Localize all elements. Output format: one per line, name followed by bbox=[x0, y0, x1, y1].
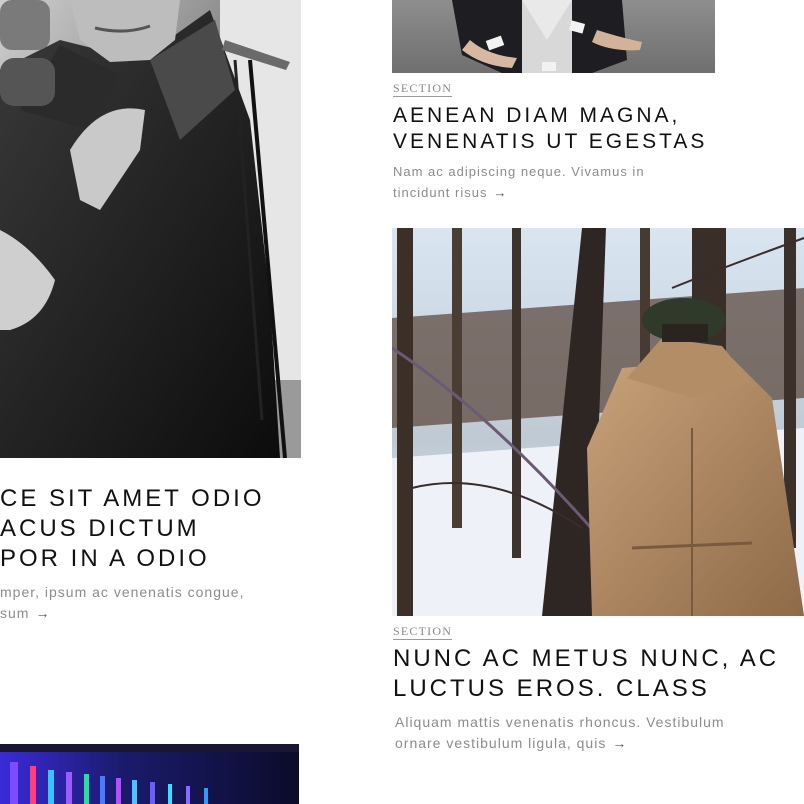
excerpt-text: ornare vestibulum ligula, quis bbox=[395, 735, 607, 751]
section-link[interactable]: SECTION bbox=[393, 81, 453, 97]
right-bottom-card-text: SECTION NUNC AC METUS NUNC, AC LUCTUS ER… bbox=[393, 622, 779, 754]
headline-line[interactable]: CE SIT AMET ODIO bbox=[0, 484, 301, 514]
card-headline[interactable]: AENEAN DIAM MAGNA, VENENATIS UT EGESTAS bbox=[393, 103, 707, 155]
excerpt-line: ornare vestibulum ligula, quis → bbox=[395, 733, 779, 754]
man-jacket-photo[interactable] bbox=[392, 0, 715, 73]
headline-line[interactable]: NUNC AC METUS NUNC, AC bbox=[393, 644, 779, 674]
read-more-arrow-icon[interactable]: → bbox=[493, 185, 507, 200]
excerpt-line: sum → bbox=[0, 603, 301, 624]
card-excerpt: Aliquam mattis venenatis rhoncus. Vestib… bbox=[393, 712, 779, 754]
excerpt-line: mper, ipsum ac venenatis congue, bbox=[0, 584, 245, 600]
forest-coat-photo[interactable] bbox=[392, 228, 804, 616]
card-excerpt: mper, ipsum ac venenatis congue, sum → bbox=[0, 582, 301, 624]
card-headline[interactable]: NUNC AC METUS NUNC, AC LUCTUS EROS. CLAS… bbox=[393, 644, 779, 704]
excerpt-text: sum bbox=[0, 605, 30, 621]
right-top-card-text: SECTION AENEAN DIAM MAGNA, VENENATIS UT … bbox=[393, 79, 707, 203]
headline-line[interactable]: AENEAN DIAM MAGNA, bbox=[393, 103, 707, 129]
excerpt-text: tincidunt risus bbox=[393, 185, 488, 200]
headline-line[interactable]: VENENATIS UT EGESTAS bbox=[393, 129, 707, 155]
headline-line[interactable]: LUCTUS EROS. CLASS bbox=[393, 674, 779, 704]
read-more-arrow-icon[interactable]: → bbox=[612, 735, 627, 751]
card-excerpt: Nam ac adipiscing neque. Vivamus in tinc… bbox=[393, 161, 707, 203]
card-headline[interactable]: CE SIT AMET ODIO ACUS DICTUM POR IN A OD… bbox=[0, 484, 301, 574]
headline-line[interactable]: ACUS DICTUM bbox=[0, 514, 301, 544]
excerpt-line: Aliquam mattis venenatis rhoncus. Vestib… bbox=[395, 714, 725, 730]
excerpt-line: tincidunt risus → bbox=[393, 182, 707, 203]
read-more-arrow-icon[interactable]: → bbox=[35, 605, 50, 621]
left-top-card-text: CE SIT AMET ODIO ACUS DICTUM POR IN A OD… bbox=[0, 484, 301, 624]
singer-photo[interactable] bbox=[0, 0, 301, 458]
excerpt-line: Nam ac adipiscing neque. Vivamus in bbox=[393, 164, 645, 179]
section-link[interactable]: SECTION bbox=[393, 624, 453, 640]
neon-lights-photo[interactable] bbox=[0, 744, 299, 804]
headline-line[interactable]: POR IN A ODIO bbox=[0, 544, 301, 574]
